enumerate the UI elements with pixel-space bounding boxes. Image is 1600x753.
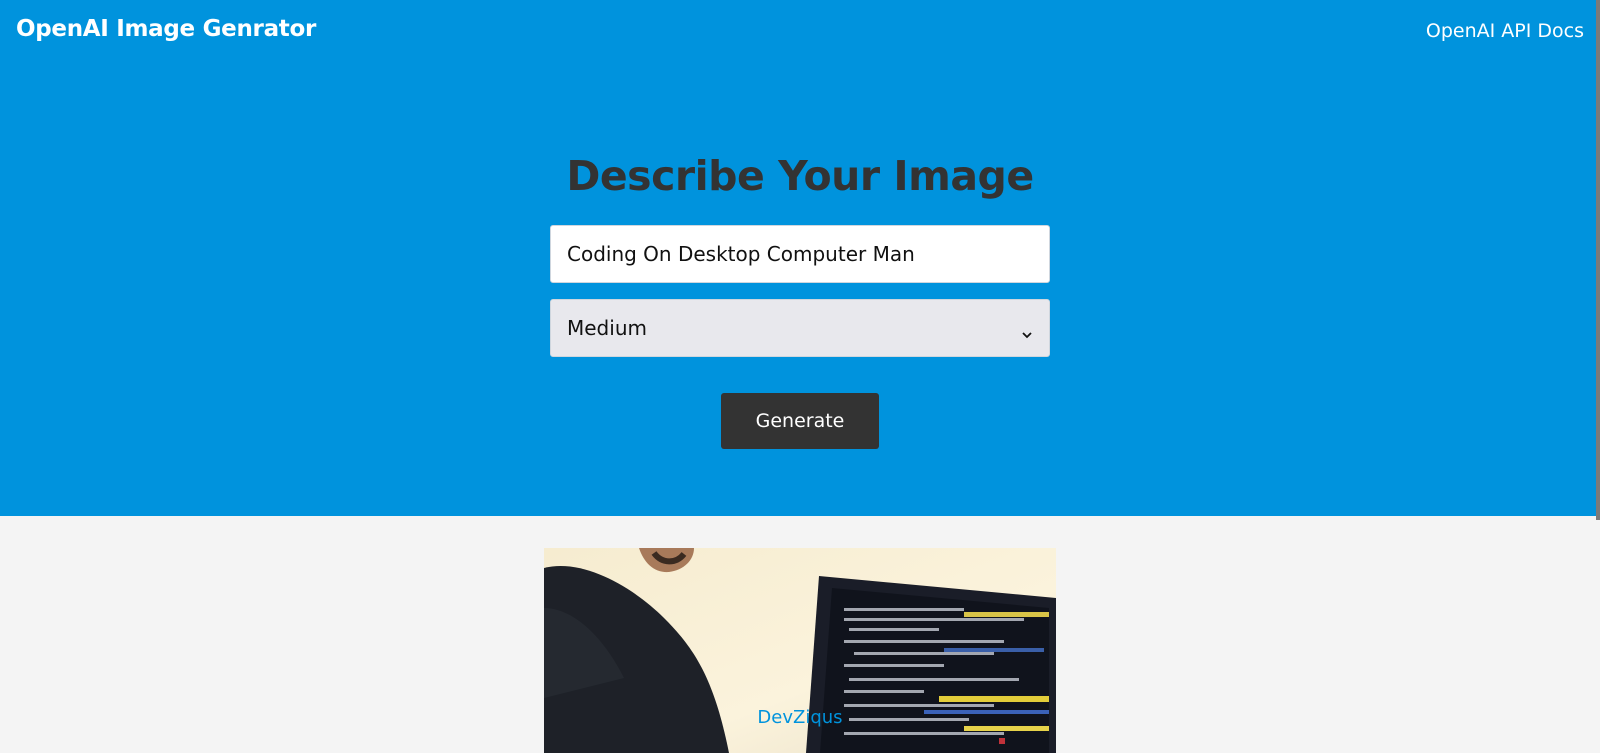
generate-button[interactable]: Generate xyxy=(721,393,879,449)
brand-logo-text[interactable]: OpenAI Image Genrator xyxy=(16,16,316,42)
watermark-text: DevZiqus xyxy=(757,707,843,728)
size-select[interactable]: Medium xyxy=(550,299,1050,357)
hero-section: OpenAI Image Genrator OpenAI API Docs De… xyxy=(0,0,1600,516)
chevron-down-icon xyxy=(1021,322,1033,339)
prompt-input[interactable] xyxy=(550,225,1050,283)
size-select-value: Medium xyxy=(567,316,647,340)
api-docs-link[interactable]: OpenAI API Docs xyxy=(1426,20,1584,42)
scrollbar[interactable] xyxy=(1596,0,1600,520)
page-title: Describe Your Image xyxy=(566,152,1034,200)
